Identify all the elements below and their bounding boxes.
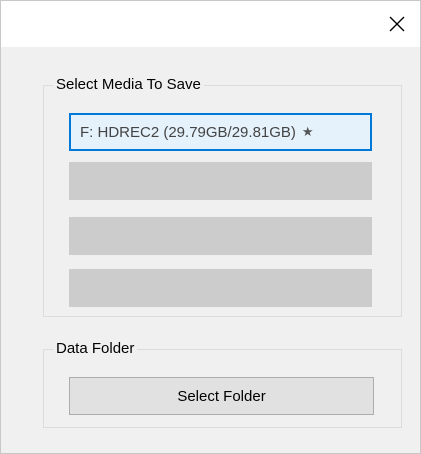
select-media-legend: Select Media To Save <box>56 76 201 93</box>
media-slot-4[interactable] <box>69 269 372 307</box>
dialog-window: Select Media To Save F: HDREC2 (29.79GB/… <box>0 0 421 454</box>
media-slot-1-label: F: HDREC2 (29.79GB/29.81GB) <box>80 123 296 141</box>
title-bar <box>1 1 420 47</box>
media-slot-1[interactable]: F: HDREC2 (29.79GB/29.81GB) ★ <box>69 113 372 151</box>
select-media-group: Select Media To Save F: HDREC2 (29.79GB/… <box>43 77 402 317</box>
star-icon: ★ <box>301 124 314 139</box>
data-folder-legend: Data Folder <box>56 340 135 357</box>
close-icon <box>389 16 405 32</box>
media-slot-2[interactable] <box>69 162 372 200</box>
data-folder-group: Data Folder Select Folder <box>43 341 402 428</box>
select-folder-button[interactable]: Select Folder <box>69 377 374 415</box>
media-slot-3[interactable] <box>69 217 372 255</box>
close-button[interactable] <box>374 1 420 47</box>
